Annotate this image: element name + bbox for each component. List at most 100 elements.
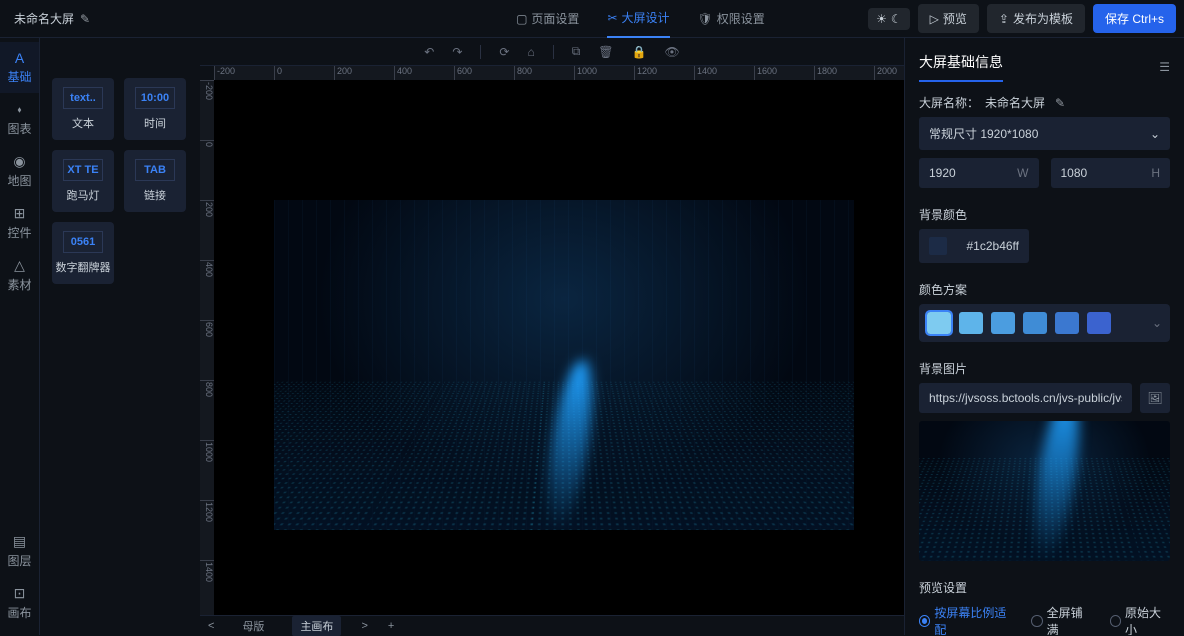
upload-image-button[interactable]: 🖼	[1140, 383, 1170, 413]
panel-collapse-icon[interactable]: ☰	[1159, 60, 1170, 74]
tab-screen-design[interactable]: ✂ 大屏设计	[607, 0, 669, 38]
panel-title: 大屏基础信息	[919, 52, 1003, 82]
scheme-expand-icon[interactable]: ⌄	[1152, 316, 1162, 330]
save-button[interactable]: 保存 Ctrl+s	[1093, 4, 1176, 33]
canvas-icon: ⊡	[7, 585, 31, 602]
bgimg-row: 🖼	[919, 383, 1170, 413]
ruler-tick: 200	[334, 66, 352, 80]
rail-assets[interactable]: △ 素材	[0, 249, 39, 301]
rail-controls[interactable]: ⊞ 控件	[0, 197, 39, 249]
comp-label: 时间	[144, 115, 166, 131]
radio-label: 原始大小	[1125, 604, 1170, 635]
chevron-down-icon: ⌄	[1150, 127, 1160, 141]
edit-name-icon[interactable]: ✎	[1055, 96, 1065, 110]
size-select[interactable]: 常规尺寸 1920*1080 ⌄	[919, 117, 1170, 150]
radio-label: 全屏铺满	[1047, 604, 1092, 635]
copy-icon[interactable]: ⧉	[572, 44, 581, 59]
edit-title-icon[interactable]: ✎	[80, 12, 90, 26]
redo-icon[interactable]: ↷	[452, 45, 462, 59]
height-input[interactable]: 1080 H	[1051, 158, 1171, 188]
shield-icon: 🛡	[698, 12, 713, 26]
project-title-area: 未命名大屏 ✎	[8, 10, 96, 27]
width-input[interactable]: 1920 W	[919, 158, 1039, 188]
color-chip	[929, 237, 947, 255]
rail-bottom-group: ▤ 图层 ⊡ 画布	[7, 525, 31, 629]
ruler-tick: 1200	[200, 500, 214, 522]
home-icon[interactable]: ⌂	[527, 45, 534, 59]
radio-label: 按屏幕比例适配	[934, 604, 1013, 635]
theme-toggle[interactable]: ☀ ☾	[868, 8, 910, 30]
top-tabs: ▢ 页面设置 ✂ 大屏设计 🛡 权限设置	[516, 0, 765, 38]
comp-thumb: 0561	[63, 231, 103, 253]
publish-button[interactable]: ⇪ 发布为模板	[987, 4, 1085, 33]
canvas-viewport[interactable]	[214, 80, 904, 615]
rail-chart[interactable]: ⬪ 图表	[0, 93, 39, 145]
ruler-tick: -200	[200, 80, 214, 100]
layers-icon: ▤	[7, 533, 31, 550]
radio-dot	[1031, 615, 1042, 627]
name-label: 大屏名称：	[919, 94, 979, 111]
tab-next-icon[interactable]: >	[361, 620, 367, 632]
bgimg-url-input[interactable]	[919, 383, 1132, 413]
rail-layers[interactable]: ▤ 图层	[7, 525, 31, 577]
app-header: 未命名大屏 ✎ ▢ 页面设置 ✂ 大屏设计 🛡 权限设置 ☀ ☾ ▷ 预览 ⇪ …	[0, 0, 1184, 38]
bgcolor-input[interactable]: #1c2b46ff	[919, 229, 1029, 263]
rail-basic[interactable]: A 基础	[0, 42, 39, 93]
rail-label: 地图	[7, 174, 31, 188]
swatch-1[interactable]	[927, 312, 951, 334]
swatch-2[interactable]	[959, 312, 983, 334]
eye-icon[interactable]: 👁	[664, 45, 679, 59]
tab-prev-icon[interactable]: <	[208, 620, 214, 632]
tab-page-settings[interactable]: ▢ 页面设置	[516, 0, 579, 38]
comp-time[interactable]: 10:00 时间	[124, 78, 186, 140]
ruler-tick: 0	[200, 140, 214, 147]
bottom-tab-main[interactable]: 主画布	[292, 616, 341, 636]
separator	[553, 45, 554, 59]
refresh-icon[interactable]: ⟳	[499, 45, 509, 59]
swatch-6[interactable]	[1087, 312, 1111, 334]
preview-settings-label: 预览设置	[919, 579, 1170, 596]
undo-icon[interactable]: ↶	[424, 45, 434, 59]
radio-fullscreen[interactable]: 全屏铺满	[1031, 604, 1091, 635]
comp-text[interactable]: text.. 文本	[52, 78, 114, 140]
ruler-tick: 800	[200, 380, 214, 397]
ruler-tick: 200	[200, 200, 214, 217]
canvas-surface[interactable]	[274, 200, 854, 530]
rail-map[interactable]: ◉ 地图	[0, 145, 39, 197]
swatch-5[interactable]	[1055, 312, 1079, 334]
separator	[480, 45, 481, 59]
component-panel: text.. 文本 10:00 时间 XT TE 跑马灯 TAB 链接 0561…	[40, 66, 200, 635]
radio-fit-ratio[interactable]: 按屏幕比例适配	[919, 604, 1013, 635]
grid-icon: ⊞	[0, 205, 39, 222]
comp-thumb: TAB	[135, 159, 175, 181]
comp-marquee[interactable]: XT TE 跑马灯	[52, 150, 114, 212]
page-settings-icon: ▢	[516, 12, 527, 26]
tab-permissions[interactable]: 🛡 权限设置	[698, 0, 765, 38]
play-icon: ▷	[930, 12, 939, 26]
height-value: 1080	[1061, 166, 1088, 180]
bottom-tab-master[interactable]: 母版	[234, 616, 272, 636]
swatch-4[interactable]	[1023, 312, 1047, 334]
ruler-tick: 1800	[814, 66, 837, 80]
preview-button[interactable]: ▷ 预览	[918, 4, 979, 33]
text-icon: A	[0, 50, 39, 66]
comp-label: 文本	[72, 115, 94, 131]
rail-canvas[interactable]: ⊡ 画布	[7, 577, 31, 629]
ruler-tick: 0	[274, 66, 282, 80]
ruler-tick: 1600	[754, 66, 777, 80]
swatch-3[interactable]	[991, 312, 1015, 334]
ruler-vertical: -20002004006008001000120014001600	[200, 80, 214, 615]
comp-link[interactable]: TAB 链接	[124, 150, 186, 212]
comp-flipnumber[interactable]: 0561 数字翻牌器	[52, 222, 114, 284]
delete-icon[interactable]: 🗑	[598, 45, 613, 59]
rail-label: 画布	[7, 606, 31, 620]
panel-header: 大屏基础信息 ☰	[919, 52, 1170, 82]
bgimg-label: 背景图片	[919, 360, 1170, 377]
ruler-tick: 600	[454, 66, 472, 80]
tab-add-icon[interactable]: +	[388, 620, 394, 632]
ruler-tick: 2000	[874, 66, 897, 80]
scheme-label: 颜色方案	[919, 281, 1170, 298]
rail-label: 控件	[7, 226, 31, 240]
lock-icon[interactable]: 🔒	[632, 45, 647, 59]
radio-original[interactable]: 原始大小	[1110, 604, 1170, 635]
